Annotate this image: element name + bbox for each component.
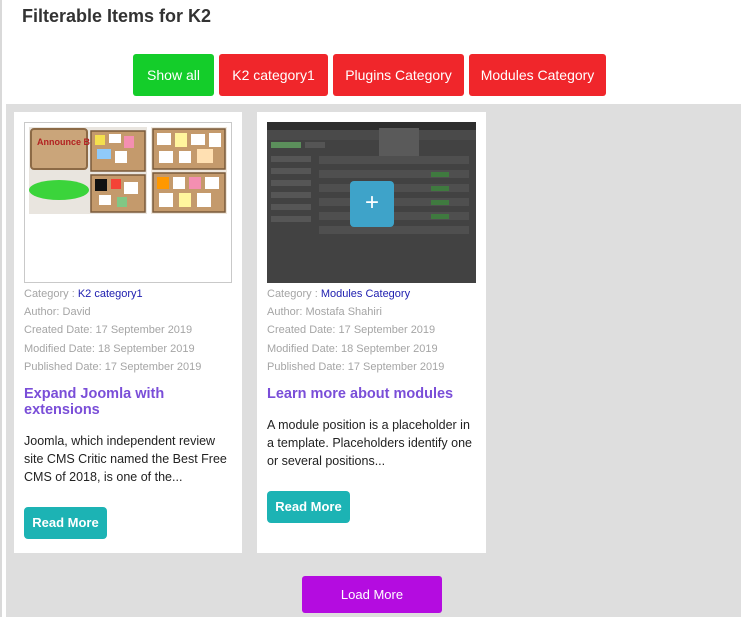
item-published-date: Published Date: 17 September 2019 bbox=[24, 361, 202, 373]
item-excerpt: Joomla, which independent review site CM… bbox=[24, 434, 227, 484]
item-title-link[interactable]: Expand Joomla with extensions bbox=[24, 386, 229, 418]
item-category-line: Category : K2 category1 bbox=[24, 288, 143, 300]
filter-bar: Show all K2 category1 Plugins Category M… bbox=[0, 54, 741, 96]
filter-plugins-category-button[interactable]: Plugins Category bbox=[333, 54, 464, 96]
announce-board-illustration: Announce Board bbox=[29, 127, 227, 214]
item-created-date: Created Date: 17 September 2019 bbox=[24, 324, 193, 336]
item-image[interactable]: + bbox=[267, 122, 476, 283]
read-more-button[interactable]: Read More bbox=[24, 507, 107, 539]
category-link[interactable]: K2 category1 bbox=[78, 288, 143, 300]
item-published-date: Published Date: 17 September 2019 bbox=[267, 361, 445, 373]
category-label: Category bbox=[24, 288, 69, 300]
item-modified-date: Modified Date: 18 September 2019 bbox=[267, 343, 438, 355]
filter-modules-category-button[interactable]: Modules Category bbox=[469, 54, 606, 96]
category-link[interactable]: Modules Category bbox=[321, 288, 410, 300]
item-author: Author: David bbox=[24, 306, 91, 318]
item-created-date: Created Date: 17 September 2019 bbox=[267, 324, 436, 336]
read-more-button[interactable]: Read More bbox=[267, 491, 350, 523]
filter-k2-category1-button[interactable]: K2 category1 bbox=[219, 54, 328, 96]
item-card: Announce Board Category: K2 category1 A… bbox=[14, 112, 242, 553]
item-modified-date: Modified Date: 18 September 2019 bbox=[24, 343, 195, 355]
item-title-link[interactable]: Learn more about modules bbox=[267, 386, 472, 402]
item-excerpt: A module position is a placeholder in a … bbox=[267, 418, 472, 468]
item-image[interactable]: Announce Board bbox=[24, 122, 232, 283]
page-title: Filterable Items for K2 bbox=[22, 6, 212, 26]
item-author: Author: Mostafa Shahiri bbox=[267, 306, 382, 318]
plus-icon[interactable]: + bbox=[350, 181, 394, 227]
load-more-button[interactable]: Load More bbox=[302, 576, 442, 613]
category-label: Category bbox=[267, 288, 312, 300]
item-category-line: Category : Modules Category bbox=[267, 288, 411, 300]
filter-show-all-button[interactable]: Show all bbox=[133, 54, 214, 96]
item-card: + Category : Modules Category Author: Mo… bbox=[257, 112, 486, 553]
